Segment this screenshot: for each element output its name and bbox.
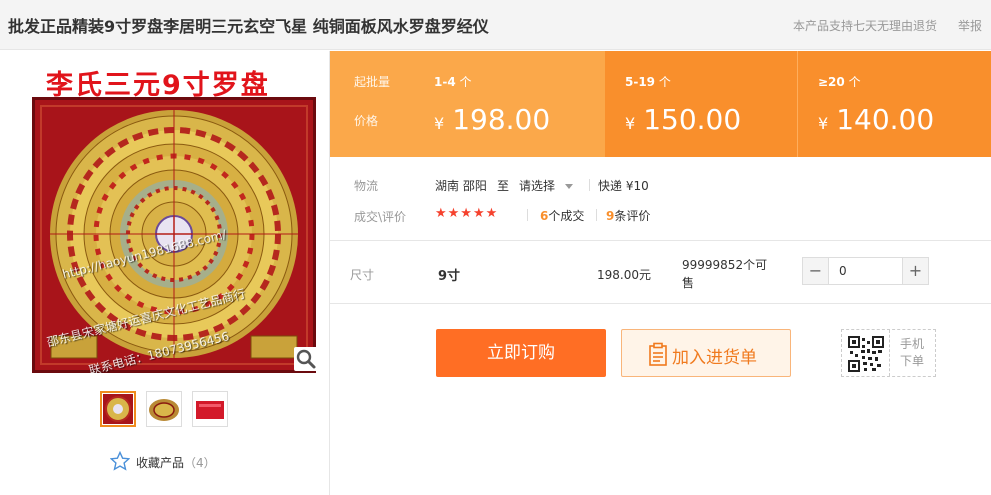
separator [596,209,597,221]
logistics-and-reviews: 物流 湖南 邵阳 至 请选择 快递 ¥10 成交\评价 ★★★★★ 6个成交 9… [330,157,991,241]
order-now-button[interactable]: 立即订购 [436,329,606,377]
tier-3-price: ¥140.00 [818,103,934,136]
tier-1-qty-unit: 个 [459,75,472,89]
clipboard-icon [649,342,667,366]
page-header: 批发正品精装9寸罗盘李居明三元玄空飞星 纯铜面板风水罗盘罗经仪 本产品支持七天无… [0,0,991,50]
destination-select[interactable]: 请选择 [519,177,574,194]
price-tier-band: 起批量 价格 1-4 个 ¥198.00 5-19 个 ¥150.00 ≥20 … [330,51,991,157]
star-outline-icon [109,450,131,471]
tier-1-price: ¥198.00 [434,103,550,136]
tier-3-currency: ¥ [818,114,829,133]
shipping-fee: 快递 ¥10 [598,179,649,193]
separator [527,209,528,221]
tier-3-price-value: 140.00 [836,103,935,136]
return-policy-note: 本产品支持七天无理由退货 [793,19,938,33]
tier-2-price-value: 150.00 [643,103,742,136]
tier-1-qty-value: 1-4 [434,75,456,89]
favorite-count: （4） [184,456,216,470]
separator [589,179,590,191]
thumbnail-1[interactable] [100,391,136,427]
product-title: 批发正品精装9寸罗盘李居明三元玄空飞星 纯铜面板风水罗盘罗经仪 [8,17,489,36]
sku-size-label: 尺寸 [350,268,375,282]
tier-1-qty: 1-4 个 [434,73,472,90]
purchase-panel: 起批量 价格 1-4 个 ¥198.00 5-19 个 ¥150.00 ≥20 … [329,51,991,495]
image-banner: 李氏三元9寸罗盘 [28,61,320,101]
sku-size-value: 9寸 [438,269,461,284]
reviews-count[interactable]: 9条评价 [606,207,650,224]
tier-3-qty-value: ≥20 [818,75,845,89]
price-tier-2: 5-19 个 ¥150.00 [605,51,797,157]
sku-price: 198.00元 [597,268,651,282]
thumbnail-2[interactable] [146,391,182,427]
quantity-input[interactable] [830,258,902,284]
transactions-label: 成交\评价 [354,210,407,224]
main-product-image[interactable]: 李氏三元9寸罗盘 http://haoyun1981688.com/ 邵东县宋家… [28,61,320,373]
chevron-down-icon [565,184,574,189]
tier-3-qty-unit: 个 [848,75,861,89]
tier-2-currency: ¥ [625,114,636,133]
reviews-count-label: 条评价 [614,209,651,223]
mobile-order[interactable]: 手机下单 [841,329,936,377]
tier-2-qty-value: 5-19 [625,75,656,89]
favorite-label: 收藏产品（4） [136,454,216,471]
add-to-cart-label: 加入进货单 [672,348,757,368]
decrease-quantity-button[interactable]: − [803,258,829,284]
thumbnail-3[interactable] [192,391,228,427]
mobile-order-label: 手机下单 [900,337,925,368]
sku-row: 尺寸 9寸 198.00元 99999852个可售 − + [330,242,991,304]
mobile-divider [889,330,890,376]
rating-stars-icon: ★★★★★ [435,206,499,221]
favorite-label-text: 收藏产品 [136,456,185,470]
qty-header: 起批量 [354,75,391,89]
report-link[interactable]: 举报 [958,17,982,34]
tier-2-qty-unit: 个 [658,75,671,89]
deals-count[interactable]: 6个成交 [540,207,584,224]
tier-1-currency: ¥ [434,114,445,133]
sku-stock: 99999852个可售 [682,258,768,290]
price-header: 价格 [354,114,379,128]
deals-count-label: 个成交 [548,209,585,223]
shipping-origin: 湖南 邵阳 [435,179,487,193]
increase-quantity-button[interactable]: + [902,258,928,284]
tier-2-qty: 5-19 个 [625,73,671,90]
quantity-stepper: − + [802,257,929,285]
destination-select-text: 请选择 [519,179,556,193]
zoom-icon[interactable] [294,347,318,371]
favorite-product[interactable]: 收藏产品（4） [109,450,216,471]
product-gallery: 李氏三元9寸罗盘 http://haoyun1981688.com/ 邵东县宋家… [0,51,330,495]
qr-code-icon [847,335,885,373]
price-tier-3: ≥20 个 ¥140.00 [797,51,991,157]
shipping-to: 至 [497,179,510,193]
tier-2-price: ¥150.00 [625,103,741,136]
logistics-label: 物流 [354,179,379,193]
tier-3-qty: ≥20 个 [818,73,861,90]
price-tier-1: 起批量 价格 1-4 个 ¥198.00 [330,51,605,157]
add-to-cart-button[interactable]: 加入进货单 [621,329,791,377]
tier-1-price-value: 198.00 [452,103,551,136]
compass-picture: http://haoyun1981688.com/ 邵东县宋家塘好运喜庆文化工艺… [32,97,316,373]
